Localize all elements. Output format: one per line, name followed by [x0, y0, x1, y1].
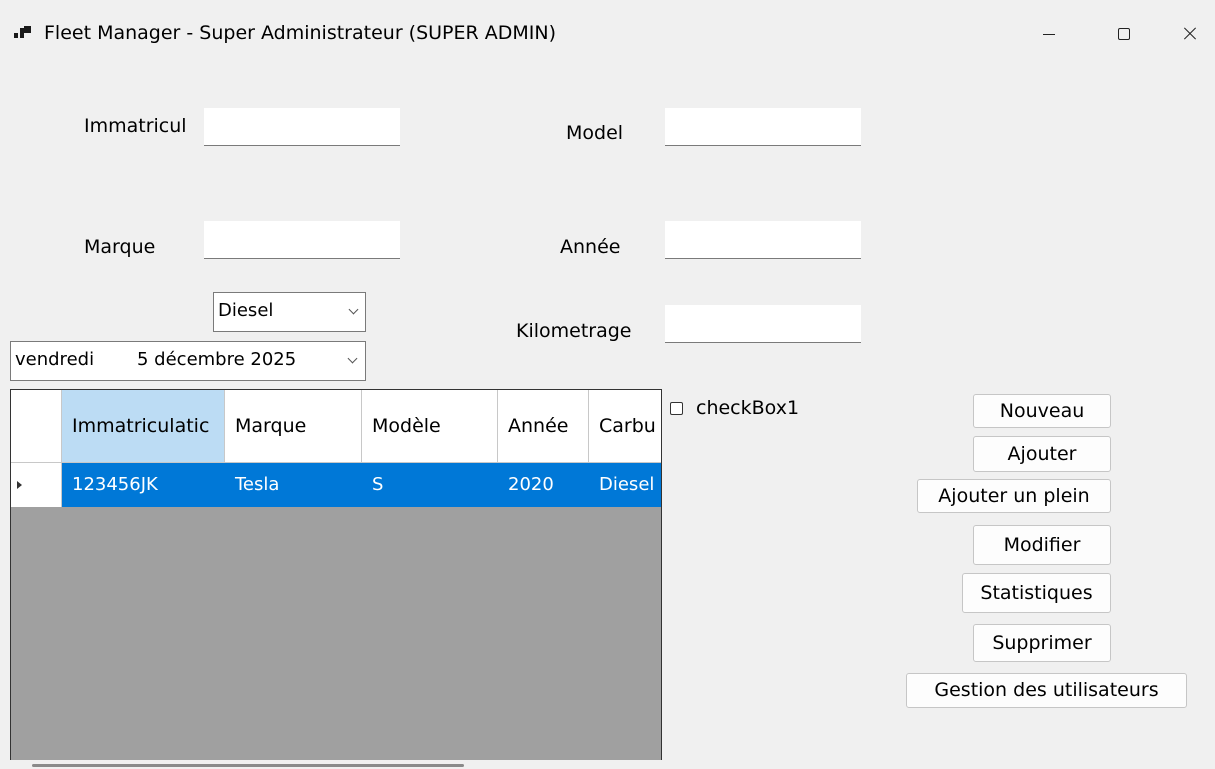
close-button[interactable]	[1161, 14, 1215, 54]
column-header-immatriculation[interactable]: Immatriculatic	[62, 390, 225, 463]
title-bar[interactable]: Fleet Manager - Super Administrateur (SU…	[0, 0, 1215, 62]
statistiques-button[interactable]: Statistiques	[962, 573, 1111, 613]
carburant-combobox[interactable]: Diesel	[213, 292, 366, 332]
cell-marque[interactable]: Tesla	[225, 463, 362, 507]
gestion-utilisateurs-button[interactable]: Gestion des utilisateurs	[906, 673, 1187, 708]
immatriculation-label: Immatricul	[84, 115, 187, 137]
marque-input[interactable]	[204, 221, 400, 259]
date-picker[interactable]: vendredi 5 décembre 2025	[10, 341, 366, 381]
ajouter-plein-button[interactable]: Ajouter un plein	[917, 479, 1111, 513]
ajouter-button[interactable]: Ajouter	[973, 436, 1111, 472]
vehicle-grid[interactable]: Immatriculatic Marque Modèle Année Carbu…	[10, 389, 662, 769]
checkbox1-label[interactable]: checkBox1	[696, 395, 799, 421]
kilometrage-label: Kilometrage	[516, 320, 632, 342]
checkbox1[interactable]	[670, 402, 683, 415]
annee-input[interactable]	[665, 221, 861, 259]
cell-modele[interactable]: S	[362, 463, 498, 507]
cell-annee[interactable]: 2020	[498, 463, 589, 507]
column-header-marque[interactable]: Marque	[225, 390, 362, 463]
maximize-button[interactable]	[1096, 14, 1152, 54]
horizontal-scrollbar[interactable]	[10, 760, 662, 769]
model-input[interactable]	[665, 108, 861, 146]
scrollbar-thumb[interactable]	[32, 764, 464, 767]
cell-carburant[interactable]: Diesel	[589, 463, 661, 507]
immatriculation-input[interactable]	[204, 108, 400, 146]
row-header[interactable]	[11, 463, 62, 507]
chevron-down-icon	[347, 353, 358, 364]
date-weekday: vendredi	[15, 349, 95, 370]
nouveau-button[interactable]: Nouveau	[973, 394, 1111, 428]
window-title: Fleet Manager - Super Administrateur (SU…	[44, 22, 556, 44]
column-header-modele[interactable]: Modèle	[362, 390, 498, 463]
supprimer-button[interactable]: Supprimer	[973, 624, 1111, 662]
annee-label: Année	[560, 236, 621, 258]
kilometrage-input[interactable]	[665, 305, 861, 343]
model-label: Model	[566, 122, 624, 144]
grid-corner-header[interactable]	[11, 390, 62, 463]
date-value: 5 décembre 2025	[137, 349, 297, 370]
marque-label: Marque	[84, 236, 156, 258]
row-selector-icon	[17, 481, 22, 489]
column-header-carburant[interactable]: Carbu	[589, 390, 661, 463]
column-header-annee[interactable]: Année	[498, 390, 589, 463]
cell-immatriculation[interactable]: 123456JK	[62, 463, 225, 507]
minimize-button[interactable]	[1021, 14, 1077, 54]
app-window-icon	[14, 26, 32, 40]
chevron-down-icon	[348, 304, 359, 315]
modifier-button[interactable]: Modifier	[973, 525, 1111, 565]
carburant-selected-value: Diesel	[218, 300, 274, 321]
